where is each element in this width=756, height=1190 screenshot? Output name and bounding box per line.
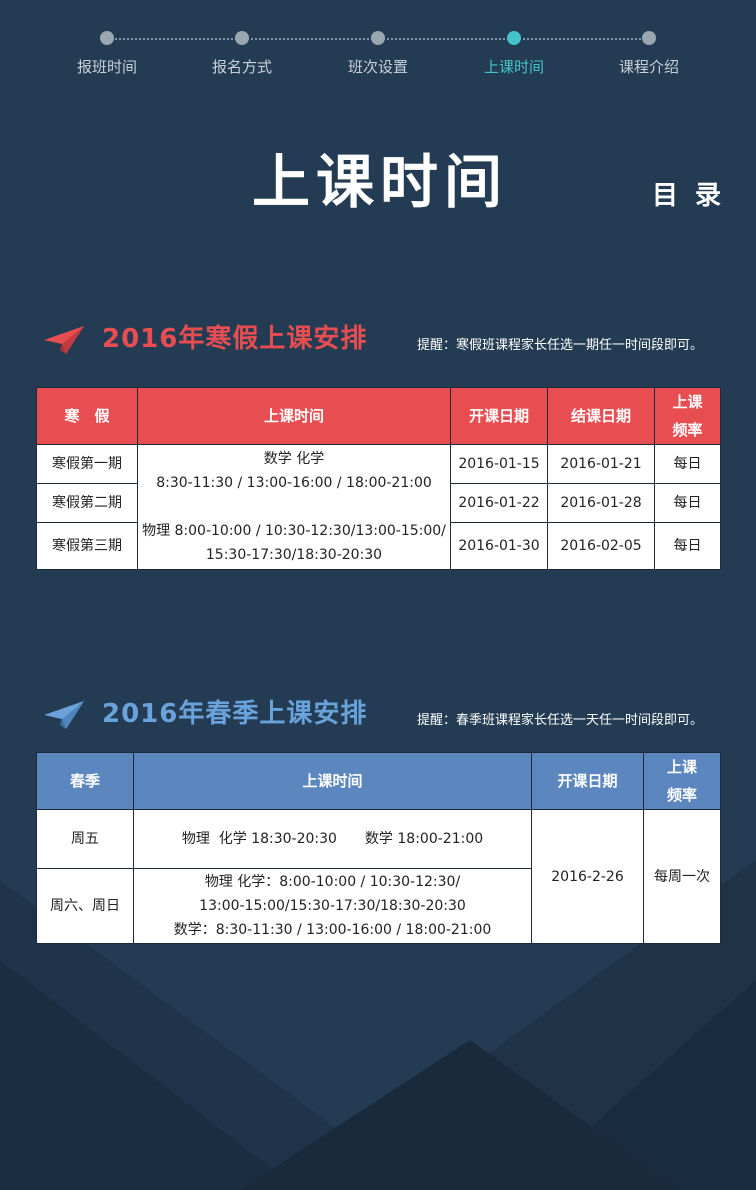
table-row: 周五 物理 化学 18:30-20:30 数学 18:00-21:00 2016… [36,809,721,944]
frequency: 每周一次 [643,809,721,944]
time-subject-math: 数学 化学 [263,451,325,467]
column-header-line: 频率 [666,786,697,804]
step-link-signup-time[interactable]: 报班时间 [47,56,167,77]
step-dot-1 [100,31,114,45]
paper-plane-icon [44,326,84,354]
time-slots-physics-line1: 物理 8:00-10:00 / 10:30-12:30/13:00-15:00/ [142,523,446,539]
class-time-cell: 数学 化学 8:30-11:30 / 13:00-16:00 / 18:00-2… [137,444,451,570]
column-header: 春季 [36,752,134,810]
class-time-cell: 物理 化学：8:00-10:00 / 10:30-12:30/ 13:00-15… [133,868,532,944]
step-dot-5 [642,31,656,45]
end-date: 2016-01-21 [547,444,655,484]
step-dot-2 [235,31,249,45]
row-label: 寒假第三期 [36,522,138,570]
spring-section-title: 2016年春季上课安排 [102,699,368,729]
column-header: 开课日期 [531,752,644,810]
time-slots-math: 8:30-11:30 / 13:00-16:00 / 18:00-21:00 [156,475,432,491]
column-header: 上课时间 [133,752,532,810]
step-dot-4-active [507,31,521,45]
start-date: 2016-01-22 [450,483,548,523]
step-link-signup-method[interactable]: 报名方式 [182,56,302,77]
end-date: 2016-02-05 [547,522,655,570]
time-slots-physics-line2: 15:30-17:30/18:30-20:30 [205,547,383,563]
column-header: 结课日期 [547,387,655,445]
start-date: 2016-2-26 [531,809,644,944]
frequency: 每日 [654,522,721,570]
column-header: 寒 假 [36,387,138,445]
column-header: 上课时间 [137,387,451,445]
row-label: 周五 [36,809,134,869]
time-line: 数学：8:30-11:30 / 13:00-16:00 / 18:00-21:0… [173,922,492,938]
end-date: 2016-01-28 [547,483,655,523]
spring-section-note: 提醒：春季班课程家长任选一天任一时间段即可。 [417,713,704,728]
table-header-row: 寒 假 上课时间 开课日期 结课日期 上课 频率 [36,387,721,445]
winter-section-note: 提醒：寒假班课程家长任选一期任一时间段即可。 [417,338,704,353]
class-time-cell: 物理 化学 18:30-20:30 数学 18:00-21:00 [133,809,532,869]
row-label: 寒假第二期 [36,483,138,523]
row-label: 周六、周日 [36,868,134,944]
column-header-line: 上课 [672,393,703,411]
step-link-class-time[interactable]: 上课时间 [454,56,574,77]
winter-schedule-table: 寒 假 上课时间 开课日期 结课日期 上课 频率 寒假第一期 数学 化学 8:3… [36,387,721,570]
table-header-row: 春季 上课时间 开课日期 上课 频率 [36,752,721,810]
spring-schedule-table: 春季 上课时间 开课日期 上课 频率 周五 物理 化学 18:30-20:30 … [36,752,721,944]
step-dot-3 [371,31,385,45]
column-header-line: 频率 [672,421,703,439]
toc-link[interactable]: 目 录 [652,175,725,212]
column-header: 上课 频率 [654,387,721,445]
table-row: 寒假第一期 数学 化学 8:30-11:30 / 13:00-16:00 / 1… [36,444,721,570]
time-line: 物理 化学：8:00-10:00 / 10:30-12:30/ [204,874,461,890]
column-header-line: 上课 [666,758,697,776]
start-date: 2016-01-15 [450,444,548,484]
step-link-class-setup[interactable]: 班次设置 [318,56,438,77]
column-header: 上课 频率 [643,752,721,810]
frequency: 每日 [654,483,721,523]
paper-plane-icon [44,701,84,729]
time-line: 13:00-15:00/15:30-17:30/18:30-20:30 [199,898,466,914]
row-label: 寒假第一期 [36,444,138,484]
frequency: 每日 [654,444,721,484]
page-title: 上课时间 [251,148,508,216]
column-header: 开课日期 [450,387,548,445]
spring-section-header: 2016年春季上课安排 提醒：春季班课程家长任选一天任一时间段即可。 [40,697,740,737]
step-link-course-intro[interactable]: 课程介绍 [589,56,709,77]
winter-section-header: 2016年寒假上课安排 提醒：寒假班课程家长任选一期任一时间段即可。 [40,322,740,362]
start-date: 2016-01-30 [450,522,548,570]
winter-section-title: 2016年寒假上课安排 [102,324,368,354]
step-navigation: 报班时间 报名方式 班次设置 上课时间 课程介绍 [0,0,756,90]
